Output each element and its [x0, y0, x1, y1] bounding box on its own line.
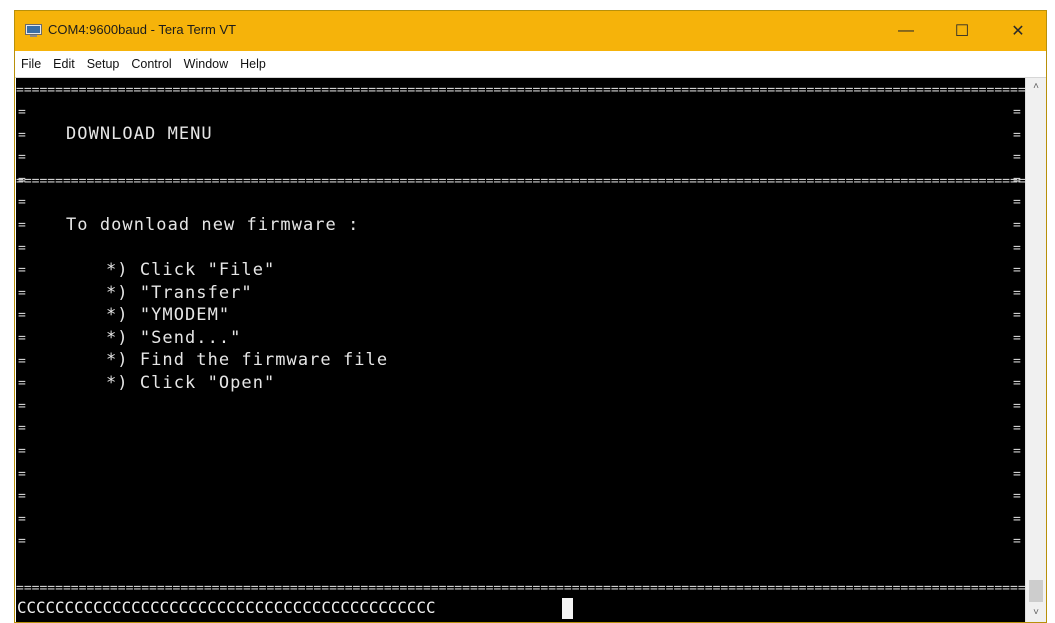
- scroll-thumb[interactable]: [1029, 580, 1043, 602]
- terminal-edge-char: =: [1013, 217, 1021, 233]
- download-menu-heading: DOWNLOAD MENU: [66, 124, 213, 144]
- terminal-edge-char: =: [18, 421, 26, 437]
- terminal-edge-char: =: [1013, 330, 1021, 346]
- terminal-edge-char: =: [1013, 285, 1021, 301]
- terminal-edge-char: =: [1013, 150, 1021, 166]
- terminal-edge-char: =: [1013, 127, 1021, 143]
- close-button[interactable]: ✕: [990, 11, 1046, 51]
- scroll-up-icon[interactable]: ˄: [1026, 78, 1046, 96]
- maximize-button[interactable]: ☐: [934, 11, 990, 51]
- terminal-input-line: CCCCCCCCCCCCCCCCCCCCCCCCCCCCCCCCCCCCCCCC…: [17, 598, 436, 617]
- minimize-button[interactable]: —: [878, 11, 934, 51]
- terminal-edge-char: =: [1013, 466, 1021, 482]
- terminal-edge-char: =: [18, 376, 26, 392]
- terminal-rule-middle: ========================================…: [16, 177, 1025, 187]
- menu-setup[interactable]: Setup: [81, 51, 126, 77]
- terminal-edge-char: =: [18, 353, 26, 369]
- terminal-edge-char: =: [1013, 195, 1021, 211]
- terminal-edge-char: =: [18, 195, 26, 211]
- terminal-edge-char: =: [18, 105, 26, 120]
- terminal-edge-char: =: [18, 308, 26, 324]
- tera-term-app-icon[interactable]: [25, 24, 42, 38]
- minimize-icon: —: [898, 22, 914, 39]
- terminal-rule-top: ========================================…: [16, 86, 1025, 96]
- terminal-cursor: [562, 598, 573, 619]
- terminal-right-edge: = = = = = = = = = = = = = = = = = = = =: [1013, 102, 1023, 554]
- terminal-edge-char: =: [1013, 534, 1021, 550]
- terminal-edge-char: =: [18, 172, 26, 188]
- terminal-edge-char: =: [18, 240, 26, 256]
- terminal-left-edge: = = = = = = = = = = = = = = = = = = = =: [18, 102, 28, 554]
- menu-bar: File Edit Setup Control Window Help: [15, 51, 1046, 78]
- terminal-edge-char: =: [18, 466, 26, 482]
- menu-help[interactable]: Help: [234, 51, 272, 77]
- step-line-6: *) Click "Open": [106, 373, 276, 393]
- terminal-edge-char: =: [1013, 398, 1021, 414]
- terminal-edge-char: =: [18, 263, 26, 279]
- terminal-edge-char: =: [18, 150, 26, 166]
- close-icon: ✕: [1011, 23, 1025, 40]
- terminal-edge-char: =: [1013, 172, 1021, 188]
- terminal-edge-char: =: [1013, 105, 1021, 120]
- terminal-screen[interactable]: ========================================…: [16, 78, 1025, 622]
- terminal-edge-char: =: [18, 285, 26, 301]
- menu-edit[interactable]: Edit: [47, 51, 81, 77]
- terminal-edge-char: =: [18, 443, 26, 459]
- vertical-scrollbar[interactable]: ˄ ˅: [1025, 78, 1046, 622]
- step-line-5: *) Find the firmware file: [106, 350, 389, 370]
- terminal-edge-char: =: [18, 217, 26, 233]
- terminal-edge-char: =: [18, 398, 26, 414]
- title-bar[interactable]: COM4:9600baud - Tera Term VT — ☐ ✕: [15, 11, 1046, 51]
- scroll-down-icon[interactable]: ˅: [1026, 604, 1046, 622]
- step-line-2: *) "Transfer": [106, 283, 253, 303]
- terminal-edge-char: =: [1013, 421, 1021, 437]
- terminal-edge-char: =: [1013, 353, 1021, 369]
- terminal-edge-char: =: [1013, 443, 1021, 459]
- menu-control[interactable]: Control: [125, 51, 177, 77]
- terminal-edge-char: =: [18, 489, 26, 505]
- terminal-rule-bottom: ========================================…: [16, 584, 1025, 594]
- terminal-edge-char: =: [18, 127, 26, 143]
- menu-window[interactable]: Window: [178, 51, 234, 77]
- terminal-edge-char: =: [1013, 489, 1021, 505]
- terminal-edge-char: =: [18, 511, 26, 527]
- step-line-4: *) "Send...": [106, 328, 242, 348]
- terminal-edge-char: =: [18, 534, 26, 550]
- terminal-edge-char: =: [1013, 263, 1021, 279]
- download-instructions-intro: To download new firmware :: [66, 215, 360, 235]
- terminal-edge-char: =: [1013, 308, 1021, 324]
- step-line-3: *) "YMODEM": [106, 305, 231, 325]
- terminal-edge-char: =: [1013, 511, 1021, 527]
- tera-term-window: COM4:9600baud - Tera Term VT — ☐ ✕ File …: [14, 10, 1047, 623]
- terminal-edge-char: =: [18, 330, 26, 346]
- terminal-edge-char: =: [1013, 376, 1021, 392]
- menu-file[interactable]: File: [15, 51, 47, 77]
- window-title: COM4:9600baud - Tera Term VT: [48, 22, 237, 37]
- maximize-icon: ☐: [954, 23, 970, 40]
- terminal-edge-char: =: [1013, 240, 1021, 256]
- step-line-1: *) Click "File": [106, 260, 276, 280]
